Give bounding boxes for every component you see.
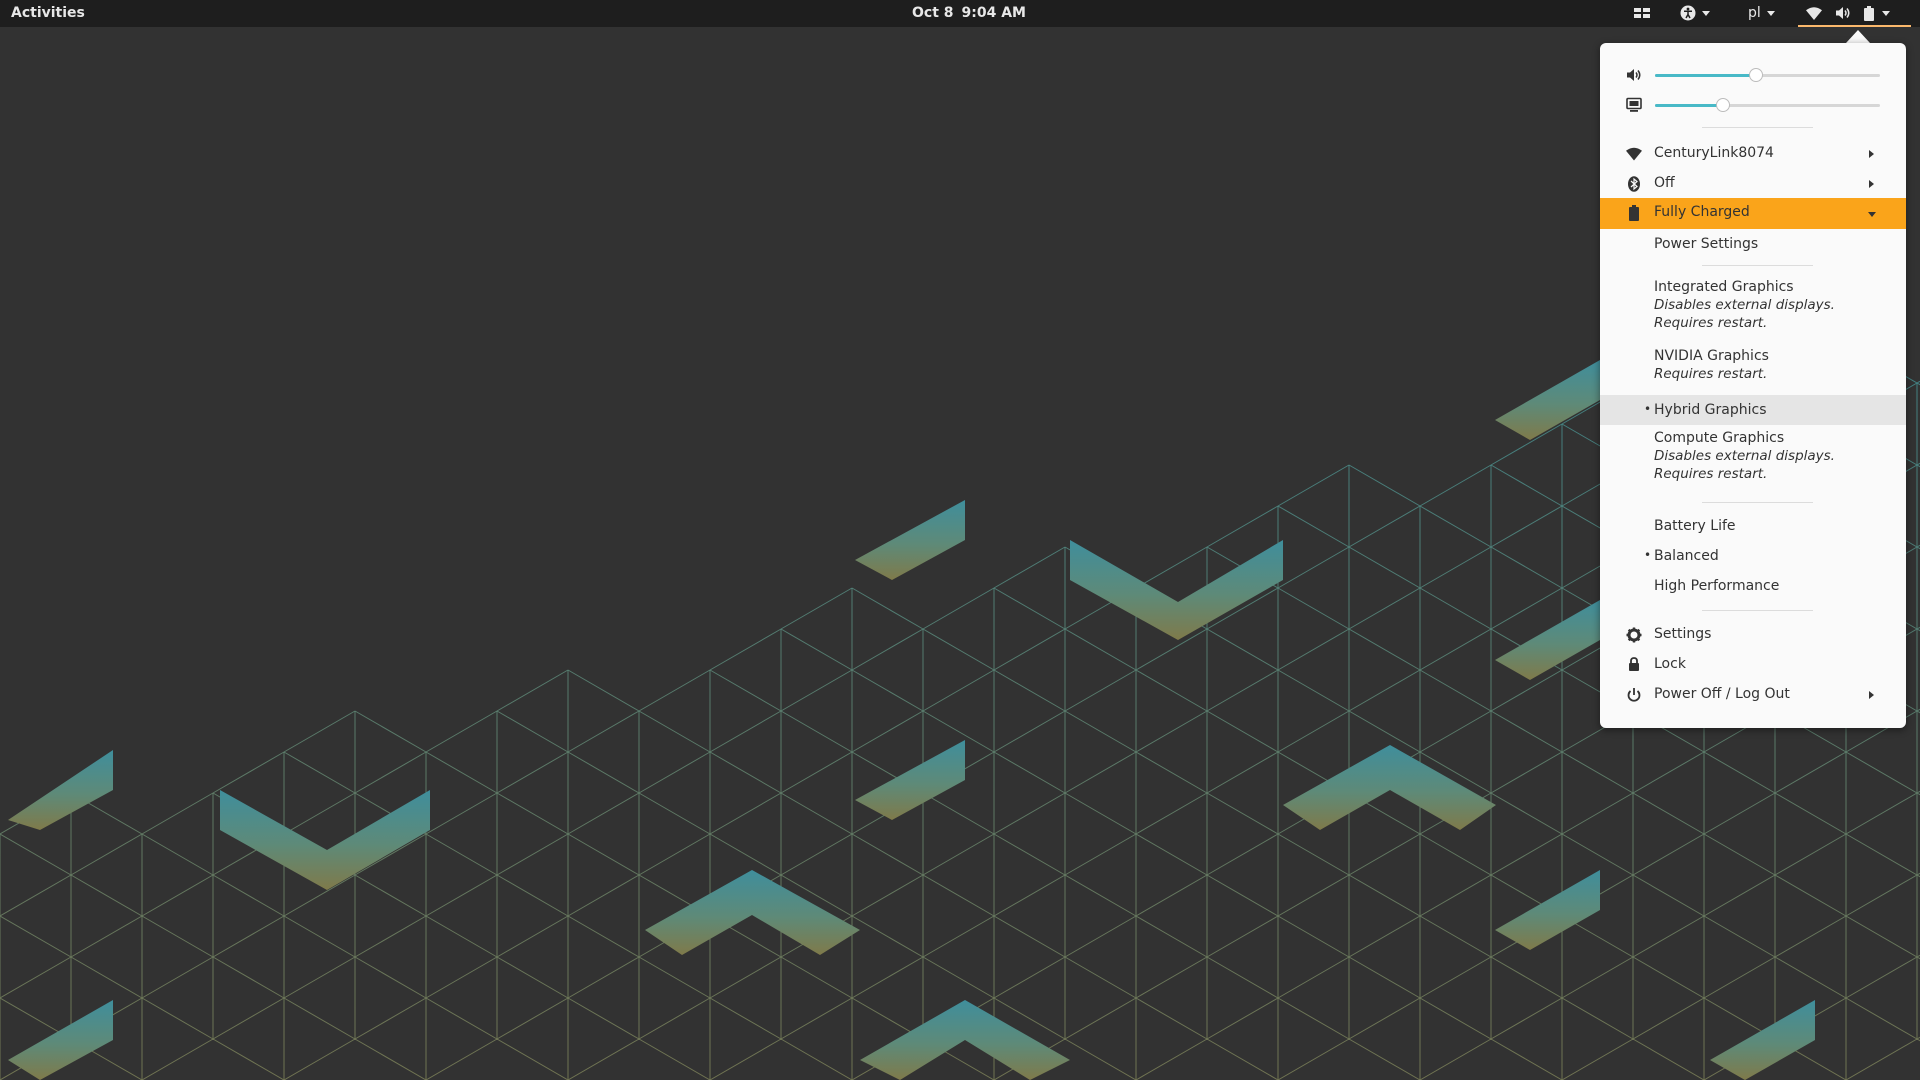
bluetooth-icon bbox=[1628, 176, 1640, 192]
workspaces-button[interactable] bbox=[1634, 0, 1650, 27]
wallpaper-chevron bbox=[1495, 870, 1600, 950]
battery-row[interactable]: Fully Charged bbox=[1600, 198, 1906, 229]
volume-slider-handle[interactable] bbox=[1749, 68, 1763, 82]
power-icon bbox=[1627, 688, 1641, 702]
graphics-option-note: Requires restart. bbox=[1654, 366, 1768, 382]
selected-dot-icon: • bbox=[1644, 548, 1652, 562]
brightness-slider-handle[interactable] bbox=[1716, 98, 1730, 112]
battery-icon bbox=[1629, 205, 1639, 221]
settings-item[interactable]: Settings bbox=[1600, 620, 1906, 650]
separator bbox=[1702, 610, 1813, 611]
gear-icon bbox=[1626, 627, 1642, 643]
wifi-icon bbox=[1806, 6, 1822, 20]
activities-button[interactable]: Activities bbox=[11, 0, 85, 27]
accessibility-menu[interactable] bbox=[1680, 0, 1710, 27]
accessibility-icon bbox=[1680, 5, 1696, 21]
system-menu-button[interactable] bbox=[1798, 0, 1911, 27]
bluetooth-status-label: Off bbox=[1654, 175, 1675, 191]
power-profile-balanced[interactable]: • Balanced bbox=[1600, 542, 1906, 572]
system-menu: CenturyLink8074 Off Fully Charged Power … bbox=[1600, 43, 1906, 728]
wallpaper-chevron bbox=[1495, 360, 1600, 440]
chevron-right-icon bbox=[1869, 691, 1874, 699]
graphics-option-note: Disables external displays. bbox=[1654, 448, 1835, 464]
power-profile-label: Battery Life bbox=[1654, 518, 1736, 534]
wallpaper-chevron bbox=[8, 750, 113, 830]
chevron-down-icon bbox=[1702, 10, 1710, 16]
wifi-icon bbox=[1626, 147, 1642, 161]
graphics-option-note: Disables external displays. bbox=[1654, 297, 1835, 313]
chevron-down-icon bbox=[1881, 10, 1890, 16]
brightness-row bbox=[1600, 95, 1906, 115]
settings-label: Settings bbox=[1654, 626, 1712, 642]
lock-icon bbox=[1629, 657, 1639, 671]
graphics-option-integrated[interactable]: Integrated Graphics Disables external di… bbox=[1600, 275, 1906, 341]
keyboard-layout-menu[interactable]: pl bbox=[1748, 0, 1775, 27]
separator bbox=[1702, 265, 1813, 266]
clock-date: Oct 8 bbox=[912, 5, 954, 21]
chevron-down-icon bbox=[1868, 212, 1876, 217]
workspaces-icon bbox=[1634, 8, 1650, 18]
volume-icon bbox=[1627, 69, 1641, 81]
graphics-option-nvidia[interactable]: NVIDIA Graphics Requires restart. bbox=[1600, 344, 1906, 392]
power-settings-label: Power Settings bbox=[1654, 236, 1759, 252]
power-settings-item[interactable]: Power Settings bbox=[1600, 229, 1906, 259]
active-indicator bbox=[1798, 25, 1911, 27]
graphics-option-label: Hybrid Graphics bbox=[1654, 402, 1767, 418]
chevron-right-icon bbox=[1869, 180, 1874, 188]
separator bbox=[1702, 127, 1813, 128]
volume-slider[interactable] bbox=[1655, 68, 1880, 82]
display-brightness-icon bbox=[1626, 97, 1642, 112]
keyboard-layout-label: pl bbox=[1748, 5, 1761, 21]
graphics-option-label: NVIDIA Graphics bbox=[1654, 348, 1769, 364]
brightness-slider[interactable] bbox=[1655, 98, 1880, 112]
separator bbox=[1702, 502, 1813, 503]
graphics-option-label: Compute Graphics bbox=[1654, 430, 1785, 446]
bluetooth-row[interactable]: Off bbox=[1600, 169, 1906, 199]
power-profile-label: High Performance bbox=[1654, 578, 1780, 594]
clock-time: 9:04 AM bbox=[961, 5, 1026, 21]
wallpaper-chevron bbox=[645, 870, 860, 955]
wallpaper-chevron bbox=[1710, 1000, 1815, 1080]
power-profile-high-performance[interactable]: High Performance bbox=[1600, 572, 1906, 602]
battery-icon bbox=[1863, 5, 1874, 21]
power-profile-label: Balanced bbox=[1654, 548, 1719, 564]
selected-dot-icon: • bbox=[1644, 402, 1652, 416]
graphics-option-note: Requires restart. bbox=[1654, 466, 1768, 482]
wifi-network-label: CenturyLink8074 bbox=[1654, 145, 1774, 161]
lock-item[interactable]: Lock bbox=[1600, 650, 1906, 680]
volume-row bbox=[1600, 65, 1906, 85]
power-off-item[interactable]: Power Off / Log Out bbox=[1600, 680, 1906, 710]
wallpaper-chevron bbox=[1283, 745, 1496, 830]
wallpaper-chevron bbox=[855, 500, 965, 580]
graphics-option-note: Requires restart. bbox=[1654, 315, 1768, 331]
graphics-option-compute[interactable]: Compute Graphics Disables external displ… bbox=[1600, 426, 1906, 492]
volume-slider-fill bbox=[1655, 74, 1756, 77]
wallpaper-chevron bbox=[860, 1000, 1070, 1080]
clock[interactable]: Oct 8 9:04 AM bbox=[912, 0, 1034, 27]
chevron-right-icon bbox=[1869, 150, 1874, 158]
chevron-down-icon bbox=[1766, 10, 1775, 16]
power-off-label: Power Off / Log Out bbox=[1654, 686, 1790, 702]
graphics-option-label: Integrated Graphics bbox=[1654, 279, 1794, 295]
wallpaper-chevron bbox=[1070, 540, 1283, 640]
menu-pointer bbox=[1846, 30, 1870, 43]
power-profile-battery-life[interactable]: Battery Life bbox=[1600, 512, 1906, 542]
graphics-option-hybrid[interactable]: • Hybrid Graphics bbox=[1600, 395, 1906, 425]
top-bar: Activities Oct 8 9:04 AM pl bbox=[0, 0, 1920, 27]
battery-status-label: Fully Charged bbox=[1654, 204, 1750, 220]
brightness-slider-fill bbox=[1655, 104, 1723, 107]
wallpaper-chevron bbox=[220, 790, 430, 890]
lock-label: Lock bbox=[1654, 656, 1686, 672]
wifi-row[interactable]: CenturyLink8074 bbox=[1600, 139, 1906, 169]
volume-icon bbox=[1835, 7, 1850, 19]
